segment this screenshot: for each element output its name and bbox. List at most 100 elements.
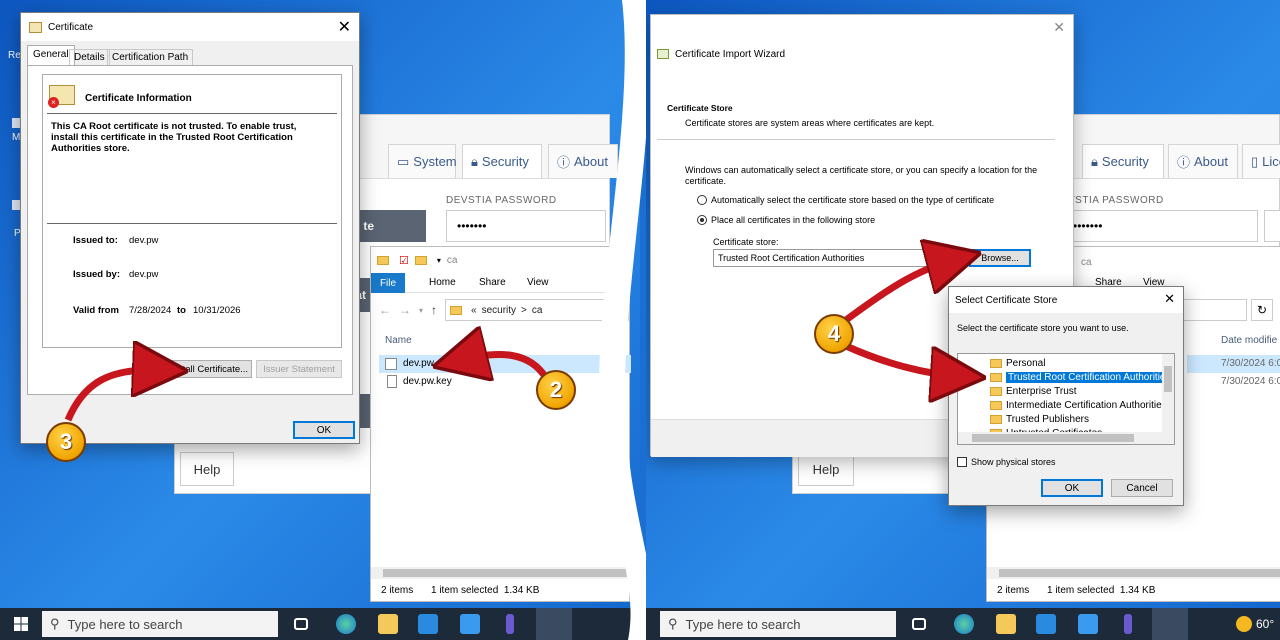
- store-label: Certificate store:: [713, 237, 779, 247]
- close-icon[interactable]: ✕: [1053, 19, 1065, 36]
- weather-temperature[interactable]: 60°: [1256, 617, 1274, 631]
- edge-icon[interactable]: [954, 614, 974, 634]
- show-password-button[interactable]: [1264, 210, 1280, 242]
- store-icon[interactable]: [1036, 614, 1056, 634]
- app-icon[interactable]: [506, 614, 514, 634]
- status-item-count: 2 items: [997, 585, 1030, 596]
- file-explorer-icon[interactable]: [378, 614, 398, 634]
- password-value: •••••••: [457, 219, 487, 233]
- mail-icon[interactable]: [460, 614, 480, 634]
- install-certificate-button[interactable]: Install Certificate...: [166, 360, 252, 378]
- path-overflow[interactable]: «: [471, 305, 477, 316]
- issued-by-value: dev.pw: [129, 269, 159, 280]
- radio-auto[interactable]: [697, 195, 707, 205]
- ribbon-tab-home[interactable]: Home: [429, 277, 456, 288]
- file-explorer-icon[interactable]: [996, 614, 1016, 634]
- password-field[interactable]: •••••••: [1042, 210, 1258, 242]
- scrollbar-thumb[interactable]: [1164, 366, 1172, 392]
- certificate-taskbar-icon[interactable]: [536, 608, 572, 640]
- weather-icon[interactable]: [1236, 616, 1252, 632]
- show-physical-checkbox[interactable]: [957, 457, 967, 467]
- store-item-label: Enterprise Trust: [1006, 385, 1077, 397]
- tab-security[interactable]: 🔒︎ Security: [1082, 144, 1164, 178]
- nav-bar: ← → ▾ ↑ « security > ca: [371, 297, 629, 323]
- general-tab-panel: × Certificate Information This CA Root c…: [27, 65, 353, 395]
- password-field[interactable]: •••••••: [446, 210, 606, 242]
- store-item[interactable]: Enterprise Trust: [958, 384, 1174, 398]
- radio-place[interactable]: [697, 215, 707, 225]
- help-button[interactable]: Help: [798, 452, 854, 486]
- vertical-scrollbar[interactable]: [1162, 354, 1174, 432]
- store-item[interactable]: Personal: [958, 356, 1174, 370]
- tab-general[interactable]: General: [27, 45, 75, 65]
- help-button[interactable]: Help: [180, 452, 234, 486]
- cancel-button[interactable]: Cancel: [1111, 479, 1173, 497]
- status-item-count: 2 items: [381, 585, 414, 596]
- scrollbar-thumb[interactable]: [383, 569, 629, 577]
- scrollbar-thumb[interactable]: [972, 434, 1134, 442]
- recent-dropdown-icon[interactable]: ▾: [419, 306, 423, 315]
- certificate-taskbar-icon[interactable]: [1152, 608, 1188, 640]
- path-segment-security[interactable]: security: [482, 305, 516, 316]
- app-icon[interactable]: [1124, 614, 1132, 634]
- close-icon[interactable]: ✕: [338, 17, 351, 37]
- column-header-name[interactable]: Name: [385, 335, 412, 346]
- issuer-statement-button[interactable]: Issuer Statement: [256, 360, 342, 378]
- store-field[interactable]: Trusted Root Certification Authorities: [713, 249, 963, 267]
- tab-license[interactable]: ▯ Licer: [1242, 144, 1280, 178]
- scrollbar-thumb[interactable]: [999, 569, 1280, 577]
- tab-details[interactable]: Details: [69, 49, 110, 65]
- issued-to-value: dev.pw: [129, 235, 159, 246]
- ok-button[interactable]: OK: [1041, 479, 1103, 497]
- forward-icon[interactable]: →: [399, 303, 411, 317]
- store-item[interactable]: Trusted Publishers: [958, 412, 1174, 426]
- file-row[interactable]: dev.pw.key 7/: [379, 373, 631, 391]
- ribbon-tab-file[interactable]: File: [371, 273, 405, 293]
- address-bar[interactable]: « security > ca: [445, 299, 629, 321]
- tab-security-label: Security: [481, 154, 529, 169]
- tab-about-label: About: [1194, 154, 1228, 169]
- edge-icon[interactable]: [336, 614, 356, 634]
- ribbon-tab-share[interactable]: Share: [479, 277, 506, 288]
- intro-text: Windows can automatically select a certi…: [685, 165, 1038, 186]
- mail-icon[interactable]: [1078, 614, 1098, 634]
- desktop-icon-label[interactable]: Re: [8, 50, 21, 61]
- horizontal-scrollbar[interactable]: [987, 567, 1280, 579]
- lock-icon: 🔒︎: [471, 153, 478, 169]
- task-view-icon[interactable]: [294, 618, 308, 630]
- tab-about[interactable]: ⓘ About: [548, 144, 618, 178]
- back-icon[interactable]: ←: [379, 303, 391, 317]
- ok-button[interactable]: OK: [293, 421, 355, 439]
- column-header-date[interactable]: Date modifie: [1221, 335, 1277, 346]
- taskbar-search[interactable]: ⚲ Type here to search: [660, 611, 896, 637]
- file-row-selected[interactable]: dev.pw 7/: [379, 355, 631, 373]
- horizontal-scrollbar[interactable]: [371, 567, 629, 579]
- close-icon[interactable]: ✕: [1164, 291, 1175, 307]
- tab-security[interactable]: 🔒︎ Security: [462, 144, 542, 178]
- explorer-titlebar: ☑ ▾ ca: [371, 247, 629, 273]
- tab-system[interactable]: ▭ System: [388, 144, 457, 178]
- path-segment-ca[interactable]: ca: [532, 305, 543, 316]
- start-icon[interactable]: [14, 617, 28, 631]
- wizard-icon: [657, 49, 669, 59]
- dialog-title: Select Certificate Store: [955, 294, 1058, 306]
- column-header-date[interactable]: D: [601, 335, 608, 346]
- store-icon[interactable]: [418, 614, 438, 634]
- divider: [47, 113, 337, 114]
- taskbar-search[interactable]: ⚲ Type here to search: [42, 611, 278, 637]
- search-placeholder: Type here to search: [685, 616, 801, 632]
- up-icon[interactable]: ↑: [431, 303, 437, 317]
- tab-certification-path[interactable]: Certification Path: [107, 49, 194, 65]
- dropdown-icon[interactable]: ▾: [437, 256, 441, 265]
- refresh-icon[interactable]: ↻: [1251, 299, 1273, 321]
- store-item-label: Personal: [1006, 357, 1046, 369]
- horizontal-scrollbar[interactable]: [958, 432, 1174, 444]
- tab-about[interactable]: ⓘ About: [1168, 144, 1238, 178]
- ribbon-tab-view[interactable]: View: [527, 277, 549, 288]
- store-item[interactable]: Intermediate Certification Authorities: [958, 398, 1174, 412]
- task-view-icon[interactable]: [912, 618, 926, 630]
- browse-button[interactable]: Browse...: [969, 249, 1031, 267]
- step-2-badge: 2: [536, 370, 576, 410]
- store-tree[interactable]: Personal Trusted Root Certification Auth…: [957, 353, 1175, 445]
- store-item-selected[interactable]: Trusted Root Certification Authorities: [958, 370, 1174, 384]
